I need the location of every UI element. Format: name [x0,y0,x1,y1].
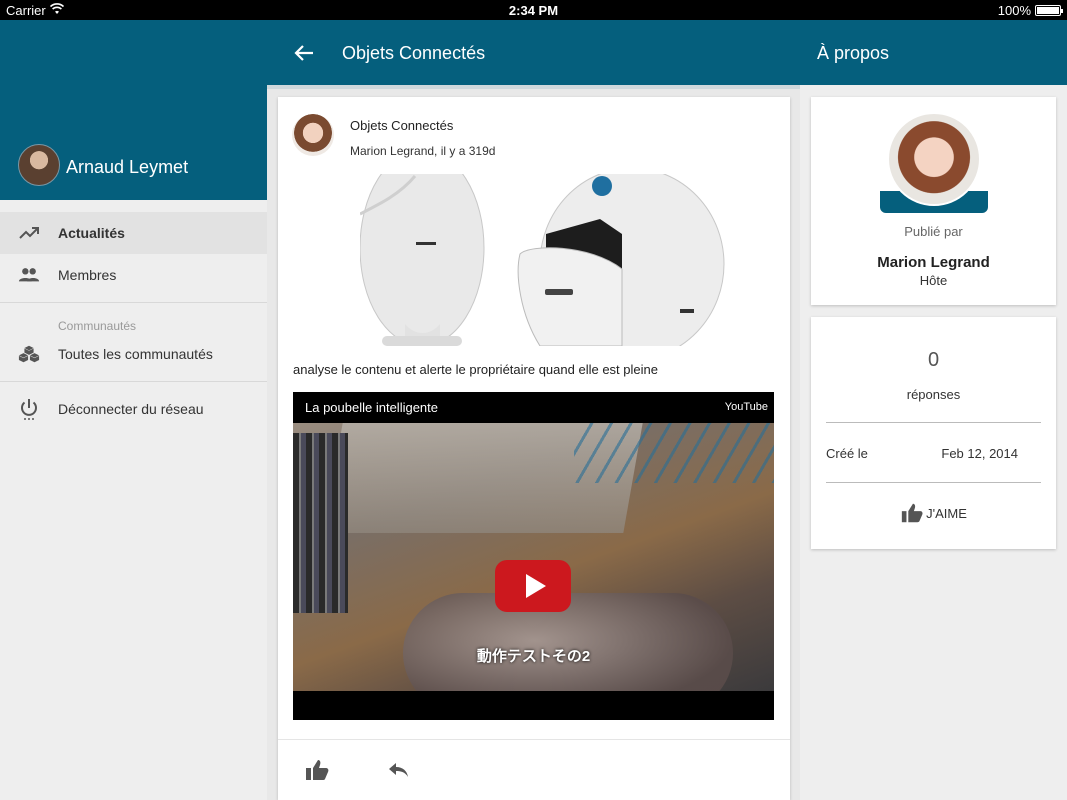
sidebar: Arnaud Leymet Actualités Membres Communa… [0,20,267,800]
stats-card: 0 réponses Créé le Feb 12, 2014 J'AIME [811,317,1056,549]
sidebar-item-toutes-communautes[interactable]: Toutes les communautés [0,333,267,375]
thumbs-up-icon [306,760,329,780]
reply-count: 0 [927,349,940,371]
sidebar-header: Arnaud Leymet [0,20,267,200]
section-title-communautes: Communautés [58,319,137,333]
divider [0,302,267,303]
divider [826,482,1041,483]
like-button-about[interactable]: J'AIME [811,501,1056,525]
app-bar: Objets Connectés [267,20,800,85]
sidebar-item-label: Déconnecter du réseau [58,401,204,417]
post-meta: Marion Legrand, il y a 319d [350,144,496,158]
sidebar-item-actualites[interactable]: Actualités [0,212,267,254]
about-header: À propos [800,20,1067,85]
thumbs-up-icon [901,503,923,523]
video-title[interactable]: La poubelle intelligente [305,400,438,415]
smart-bin-illustration [360,174,725,346]
like-label: J'AIME [926,505,967,521]
post-community-name[interactable]: Objets Connectés [350,118,453,133]
sidebar-item-label: Toutes les communautés [58,346,213,362]
cubes-icon [18,343,40,365]
status-bar: Carrier 2:34 PM 100% [0,0,1067,20]
sidebar-nav: Actualités Membres Communautés Toutes le… [0,212,267,430]
trending-up-icon [18,222,40,244]
author-avatar[interactable] [887,112,981,206]
reply-button[interactable] [386,757,412,783]
sidebar-item-label: Membres [58,267,117,283]
thumbnail-shelf [293,433,348,613]
battery-percentage: 100% [997,3,1031,18]
created-date: Feb 12, 2014 [941,446,1018,461]
sidebar-item-label: Actualités [58,225,125,241]
sidebar-item-membres[interactable]: Membres [0,254,267,296]
video-embed[interactable]: La poubelle intelligente YouTube 動作テストその… [293,392,774,720]
divider [826,422,1041,423]
author-name[interactable]: Marion Legrand [811,254,1056,271]
post-author-avatar[interactable] [292,114,334,156]
user-avatar[interactable] [18,144,60,186]
people-icon [18,264,40,286]
back-button[interactable] [291,40,317,66]
author-card: Publié par Marion Legrand Hôte [811,97,1056,305]
post-card: Objets Connectés Marion Legrand, il y a … [278,97,790,800]
author-role: Hôte [919,273,948,288]
user-name[interactable]: Arnaud Leymet [66,157,188,178]
page-title: Objets Connectés [342,43,486,63]
reply-icon [389,763,408,777]
like-button[interactable] [304,757,330,783]
video-caption: 動作テストその2 [476,648,591,665]
created-label: Créé le [826,446,868,461]
post-text: analyse le contenu et alerte le propriét… [293,362,658,377]
sidebar-item-deconnecter[interactable]: Déconnecter du réseau [0,388,267,430]
clock: 2:34 PM [508,3,559,18]
power-icon [18,398,40,420]
video-thumbnail[interactable]: 動作テストその2 [293,423,774,691]
about-title: À propos [817,43,890,63]
play-button[interactable] [495,560,571,612]
post-image[interactable] [360,174,730,346]
youtube-logo[interactable]: YouTube [725,401,768,413]
battery-icon [1035,5,1063,16]
published-by-label: Publié par [904,224,963,239]
reply-label: réponses [906,387,961,402]
thumbnail-texture [574,423,774,483]
divider [0,381,267,382]
post-actions [278,739,790,800]
arrow-left-icon [294,45,313,61]
